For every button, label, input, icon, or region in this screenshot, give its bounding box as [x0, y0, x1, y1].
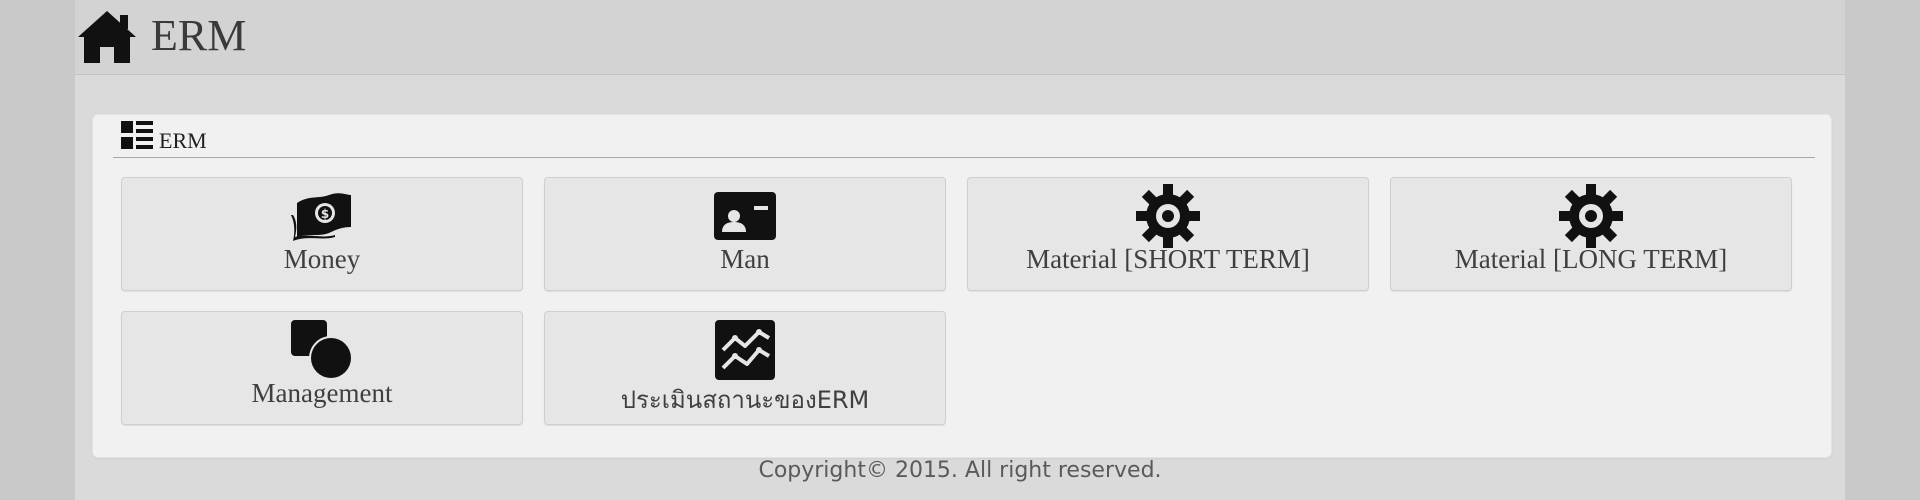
chart-line-icon: [710, 320, 780, 380]
erm-panel: ERM $ Money Man Material [SHORT TERM] Ma…: [92, 114, 1832, 458]
tile-material-long-term[interactable]: Material [LONG TERM]: [1390, 177, 1792, 291]
page: ERM ERM $ Money Man Material [SHORT TERM…: [75, 0, 1845, 500]
tile-label: ประเมินสถานะของERM: [620, 386, 870, 414]
tile-management[interactable]: Management: [121, 311, 523, 425]
page-title: ERM: [151, 10, 247, 60]
tile-label: Man: [720, 244, 770, 274]
tile-label: Material [SHORT TERM]: [1026, 244, 1310, 274]
page-header: ERM: [75, 0, 1845, 75]
panel-title: ERM: [159, 128, 207, 153]
tile-label: Material [LONG TERM]: [1454, 244, 1728, 274]
tile-erm-assessment[interactable]: ประเมินสถานะของERM: [544, 311, 946, 425]
tile-label: Money: [283, 244, 361, 274]
list-icon: [121, 121, 153, 149]
copyright-text: Copyright© 2015. All right reserved.: [758, 458, 1162, 483]
tile-man[interactable]: Man: [544, 177, 946, 291]
id-card-icon: [710, 188, 780, 244]
tile-material-short-term[interactable]: Material [SHORT TERM]: [967, 177, 1369, 291]
panel-header: ERM: [113, 121, 1815, 158]
gear-icon: [1133, 184, 1203, 248]
home-icon[interactable]: [75, 7, 139, 67]
svg-text:$: $: [321, 207, 329, 221]
money-icon: $: [287, 188, 357, 244]
gear-icon: [1556, 184, 1626, 248]
shapes-icon: [287, 320, 357, 380]
tile-money[interactable]: $ Money: [121, 177, 523, 291]
tile-label: Management: [251, 378, 393, 408]
